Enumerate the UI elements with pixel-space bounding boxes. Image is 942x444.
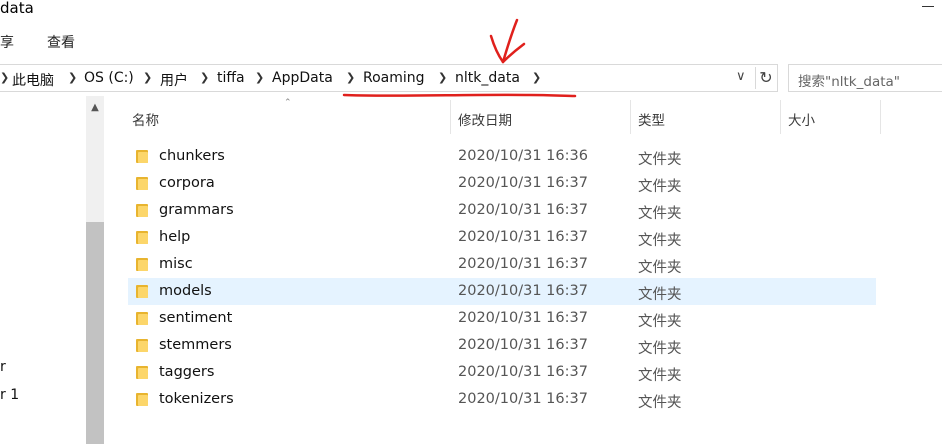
table-row-selected[interactable]: models 2020/10/31 16:37 文件夹 (128, 278, 876, 305)
table-row[interactable]: misc 2020/10/31 16:37 文件夹 (128, 251, 876, 278)
folder-icon (136, 204, 148, 217)
file-modified: 2020/10/31 16:36 (458, 148, 588, 164)
table-row[interactable]: help 2020/10/31 16:37 文件夹 (128, 224, 876, 251)
chevron-right-icon[interactable]: ❯ (438, 71, 447, 84)
column-header-type[interactable]: 类型 (638, 109, 665, 129)
column-header-size[interactable]: 大小 (788, 109, 815, 129)
folder-icon (136, 312, 148, 325)
table-row[interactable]: grammars 2020/10/31 16:37 文件夹 (128, 197, 876, 224)
column-divider[interactable] (880, 100, 881, 134)
folder-icon (136, 231, 148, 244)
folder-icon (136, 177, 148, 190)
file-name: grammars (159, 202, 234, 218)
nav-item[interactable]: r (0, 359, 6, 375)
nav-scrollbar[interactable]: ▲ (86, 96, 104, 444)
folder-icon (136, 393, 148, 406)
file-name: tokenizers (159, 391, 234, 407)
table-row[interactable]: sentiment 2020/10/31 16:37 文件夹 (128, 305, 876, 332)
file-modified: 2020/10/31 16:37 (458, 283, 588, 299)
chevron-right-icon[interactable]: ❯ (532, 71, 541, 84)
file-type: 文件夹 (638, 260, 682, 276)
file-type: 文件夹 (638, 152, 682, 168)
file-type: 文件夹 (638, 341, 682, 357)
folder-icon (136, 285, 148, 298)
sort-ascending-icon: ⌃ (284, 98, 292, 108)
breadcrumb-this-pc[interactable]: 此电脑 (12, 70, 54, 90)
file-name: stemmers (159, 337, 232, 353)
table-row[interactable]: stemmers 2020/10/31 16:37 文件夹 (128, 332, 876, 359)
file-name: misc (159, 256, 193, 272)
file-type: 文件夹 (638, 287, 682, 303)
file-modified: 2020/10/31 16:37 (458, 229, 588, 245)
file-modified: 2020/10/31 16:37 (458, 202, 588, 218)
file-modified: 2020/10/31 16:37 (458, 310, 588, 326)
file-type: 文件夹 (638, 368, 682, 384)
scrollbar-thumb[interactable] (86, 222, 104, 444)
address-row: ❯ 此电脑 ❯ OS (C:) ❯ 用户 ❯ tiffa ❯ AppData ❯… (0, 62, 942, 96)
tab-view[interactable]: 查看 (47, 32, 75, 52)
file-type: 文件夹 (638, 233, 682, 249)
folder-icon (136, 366, 148, 379)
file-modified: 2020/10/31 16:37 (458, 175, 588, 191)
refresh-icon[interactable]: ↻ (755, 67, 776, 89)
file-name: models (159, 283, 212, 299)
chevron-right-icon[interactable]: ❯ (68, 71, 77, 84)
chevron-right-icon[interactable]: ❯ (346, 71, 355, 84)
file-name: chunkers (159, 148, 225, 164)
chevron-right-icon[interactable]: ❯ (255, 71, 264, 84)
column-divider[interactable] (630, 100, 631, 134)
column-header-name[interactable]: 名称 (132, 109, 159, 129)
file-name: sentiment (159, 310, 233, 326)
table-row[interactable]: chunkers 2020/10/31 16:36 文件夹 (128, 143, 876, 170)
scroll-up-icon[interactable]: ▲ (86, 102, 104, 114)
ribbon-tabs: 享 查看 (0, 26, 942, 56)
file-modified: 2020/10/31 16:37 (458, 391, 588, 407)
tab-share[interactable]: 享 (0, 32, 14, 52)
chevron-right-icon[interactable]: ❯ (200, 71, 209, 84)
nav-item[interactable]: r 1 (0, 387, 19, 403)
file-name: help (159, 229, 191, 245)
window-title: data (0, 0, 34, 17)
file-type: 文件夹 (638, 179, 682, 195)
breadcrumb-appdata[interactable]: AppData (272, 70, 333, 86)
chevron-right-icon[interactable]: ❯ (0, 71, 9, 84)
navigation-pane: r r 1 ▲ (0, 96, 106, 444)
column-header-modified[interactable]: 修改日期 (458, 109, 512, 129)
file-list: ⌃ 名称 修改日期 类型 大小 chunkers 2020/10/31 16:3… (106, 96, 942, 444)
search-input[interactable]: 搜索"nltk_data" (788, 64, 942, 92)
minimize-button[interactable] (922, 6, 934, 7)
breadcrumb-os-c[interactable]: OS (C:) (84, 70, 134, 86)
column-divider[interactable] (780, 100, 781, 134)
file-name: corpora (159, 175, 215, 191)
title-bar: data (0, 0, 942, 22)
column-divider[interactable] (450, 100, 451, 134)
file-type: 文件夹 (638, 206, 682, 222)
file-type: 文件夹 (638, 395, 682, 411)
chevron-down-icon[interactable]: ∨ (736, 69, 746, 84)
address-bar[interactable]: ❯ 此电脑 ❯ OS (C:) ❯ 用户 ❯ tiffa ❯ AppData ❯… (0, 64, 778, 92)
search-placeholder: 搜索"nltk_data" (798, 74, 900, 90)
file-explorer-window: data 享 查看 ❯ 此电脑 ❯ OS (C:) ❯ 用户 ❯ tiffa ❯… (0, 0, 942, 444)
file-modified: 2020/10/31 16:37 (458, 337, 588, 353)
breadcrumb-users[interactable]: 用户 (160, 70, 188, 90)
file-modified: 2020/10/31 16:37 (458, 364, 588, 380)
table-row[interactable]: corpora 2020/10/31 16:37 文件夹 (128, 170, 876, 197)
file-name: taggers (159, 364, 215, 380)
file-type: 文件夹 (638, 314, 682, 330)
file-modified: 2020/10/31 16:37 (458, 256, 588, 272)
breadcrumb-nltk-data[interactable]: nltk_data (455, 70, 520, 86)
table-row[interactable]: taggers 2020/10/31 16:37 文件夹 (128, 359, 876, 386)
folder-icon (136, 339, 148, 352)
breadcrumb-roaming[interactable]: Roaming (363, 70, 425, 86)
table-row[interactable]: tokenizers 2020/10/31 16:37 文件夹 (128, 386, 876, 413)
chevron-right-icon[interactable]: ❯ (143, 71, 152, 84)
folder-icon (136, 258, 148, 271)
folder-icon (136, 150, 148, 163)
breadcrumb-tiffa[interactable]: tiffa (217, 70, 245, 86)
